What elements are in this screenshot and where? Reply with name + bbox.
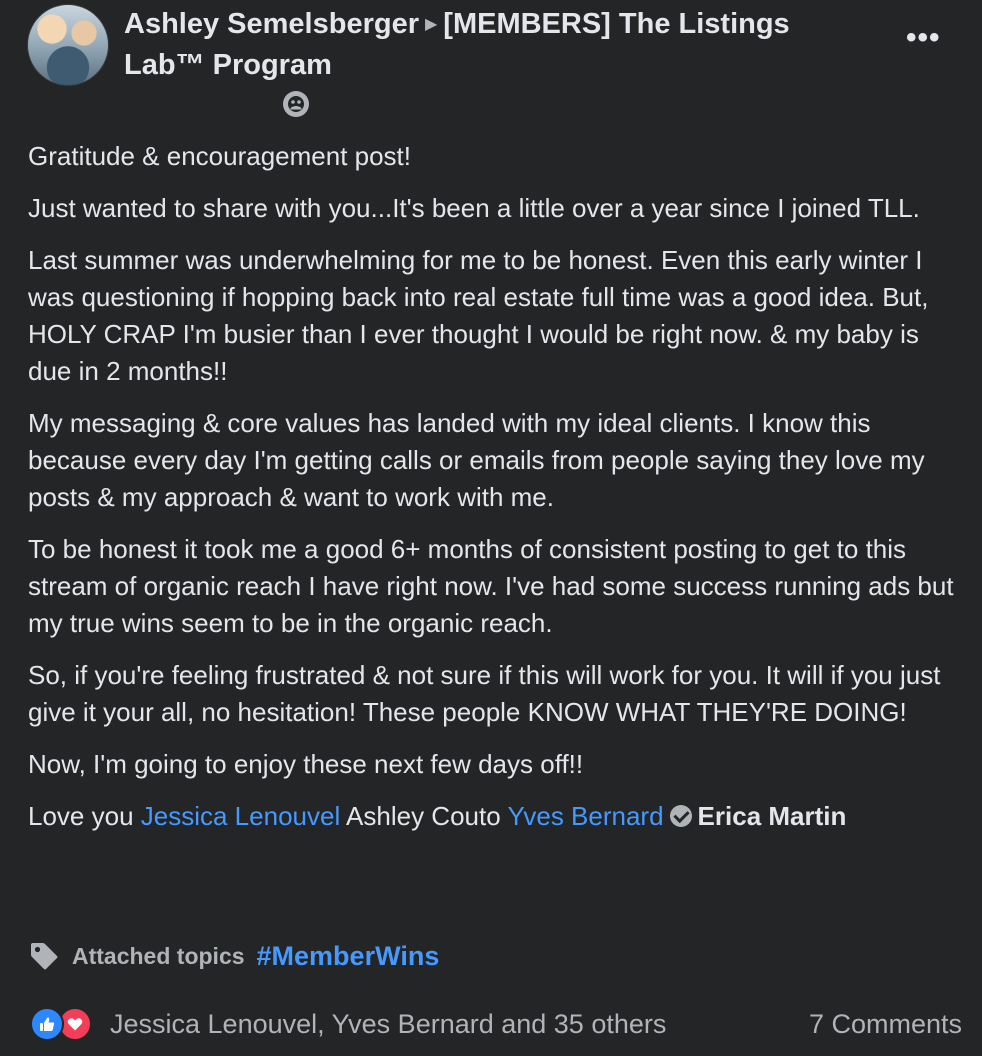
tag-icon bbox=[31, 943, 58, 970]
mention-link[interactable]: Jessica Lenouvel bbox=[141, 801, 340, 831]
post-body: Gratitude & encouragement post! Just wan… bbox=[28, 138, 968, 850]
verified-badge-icon bbox=[669, 805, 692, 827]
post-paragraph: My messaging & core values has landed wi… bbox=[28, 408, 925, 512]
comments-count-link[interactable]: 7 Comments bbox=[809, 1004, 962, 1044]
mention-text[interactable]: Erica Martin bbox=[698, 801, 847, 831]
post-paragraph: To be honest it took me a good 6+ months… bbox=[28, 534, 954, 638]
more-options-icon[interactable]: ••• bbox=[906, 18, 941, 58]
post-paragraph: Now, I'm going to enjoy these next few d… bbox=[28, 749, 584, 779]
topic-hashtag-link[interactable]: #MemberWins bbox=[257, 941, 440, 972]
attached-topics: Attached topics #MemberWins bbox=[28, 936, 439, 976]
mention-text[interactable]: Ashley Couto bbox=[346, 801, 501, 831]
post-paragraph: Just wanted to share with you...It's bee… bbox=[28, 193, 920, 223]
group-members-icon[interactable] bbox=[283, 91, 309, 117]
post-paragraph: Last summer was underwhelming for me to … bbox=[28, 245, 929, 386]
topics-label: Attached topics bbox=[72, 942, 245, 969]
love-you-text: Love you bbox=[28, 801, 134, 831]
post-paragraph: Gratitude & encouragement post! bbox=[28, 141, 412, 171]
author-avatar[interactable] bbox=[27, 4, 109, 86]
like-icon bbox=[30, 1007, 64, 1041]
caret-right-icon: ▶ bbox=[424, 16, 438, 33]
post-header: Ashley Semelsberger ▶ [MEMBERS] The Listin… bbox=[124, 4, 854, 85]
mentions-line: Love you Jessica Lenouvel Ashley Couto Y… bbox=[28, 798, 968, 835]
author-name-link[interactable]: Ashley Semelsberger bbox=[124, 8, 419, 40]
reactions-summary[interactable]: Jessica Lenouvel, Yves Bernard and 35 ot… bbox=[30, 1004, 666, 1044]
post-paragraph: So, if you're feeling frustrated & not s… bbox=[28, 660, 941, 727]
reactors-text[interactable]: Jessica Lenouvel, Yves Bernard and 35 ot… bbox=[110, 1009, 666, 1040]
mention-link[interactable]: Yves Bernard bbox=[507, 801, 663, 831]
